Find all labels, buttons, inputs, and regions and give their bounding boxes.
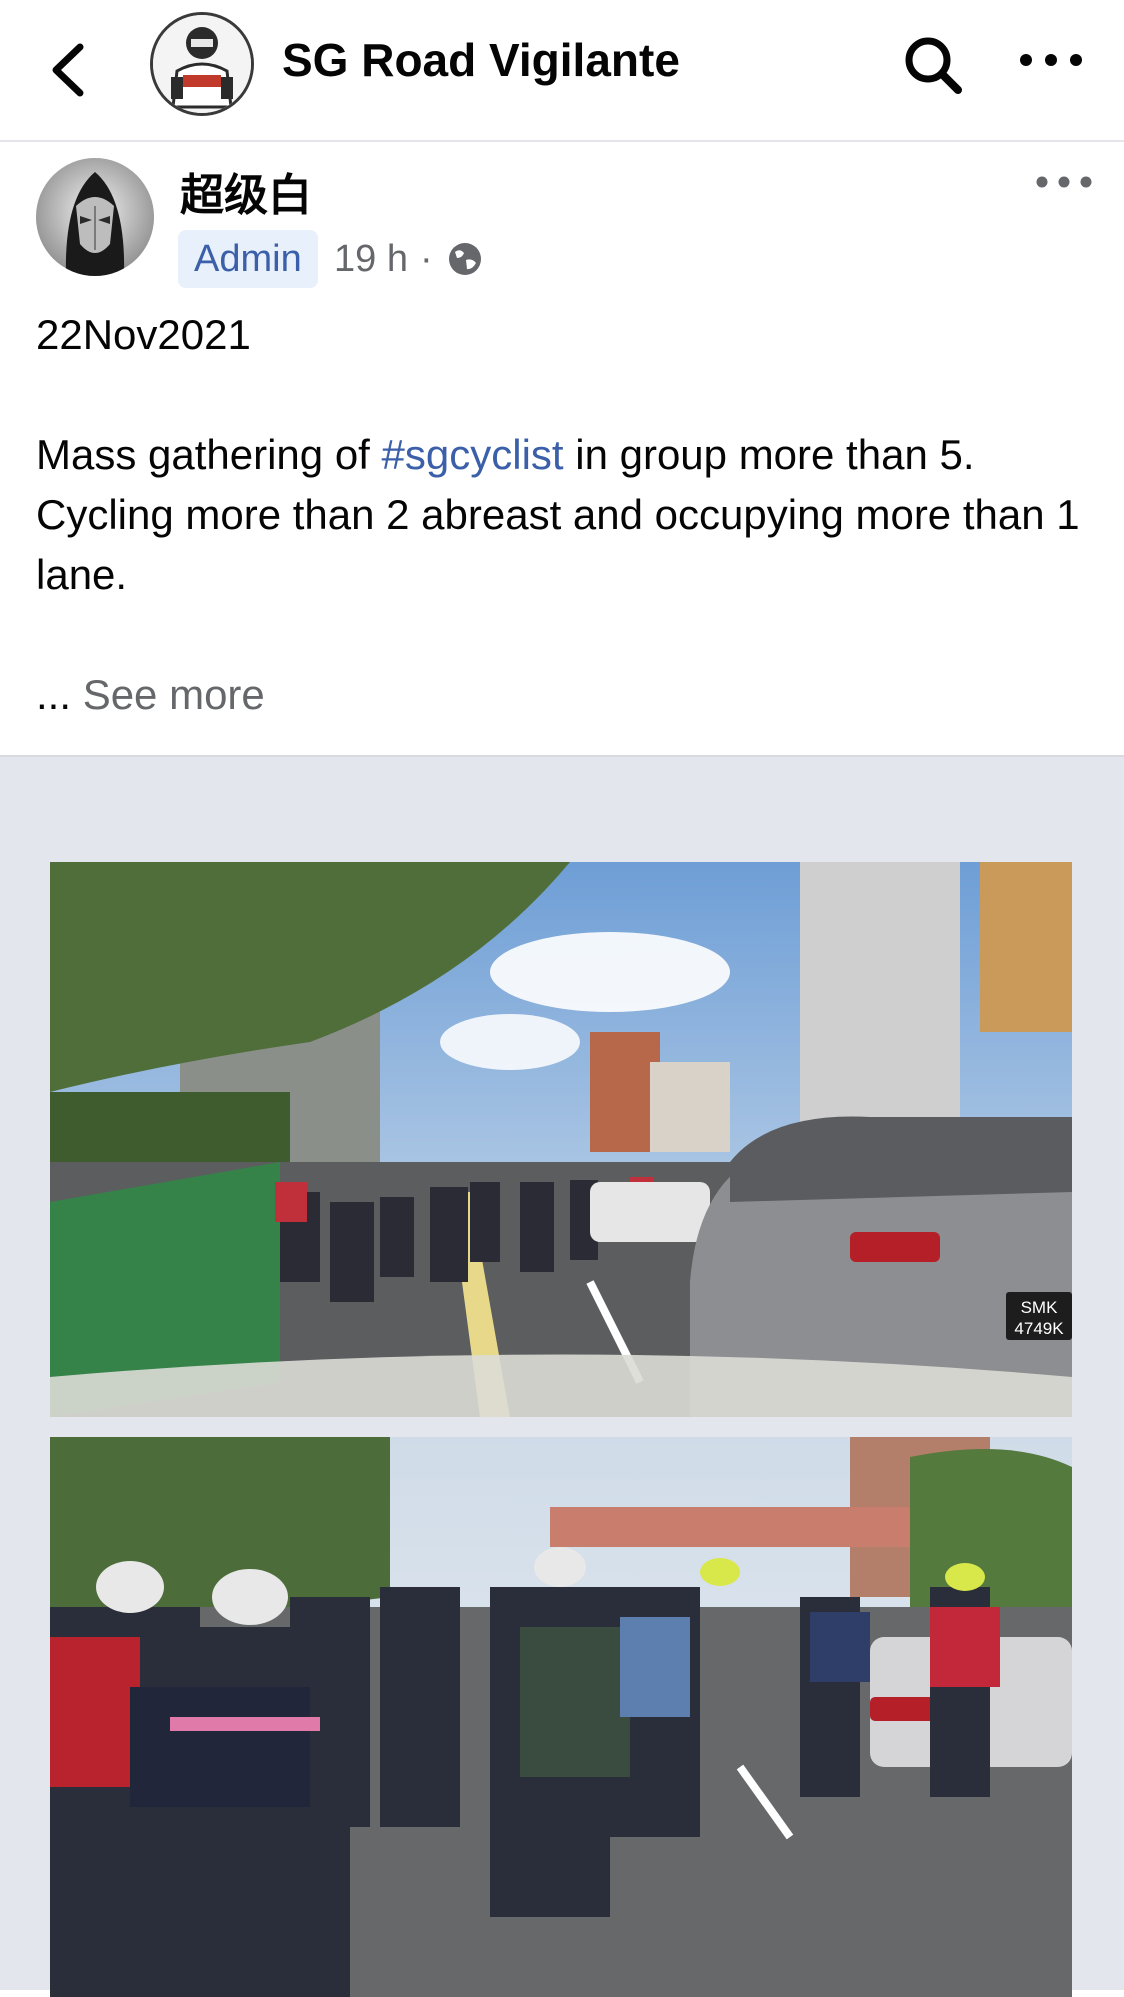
post-date-line: 22Nov2021 bbox=[36, 311, 251, 358]
admin-badge: Admin bbox=[178, 230, 318, 288]
hashtag-link[interactable]: #sgcyclist bbox=[382, 431, 564, 478]
globe-icon bbox=[446, 240, 484, 278]
see-more-link[interactable]: ... See more bbox=[36, 665, 265, 725]
post-text-line: Cycling more than 2 abreast and occupyin… bbox=[36, 491, 1080, 598]
chevron-left-icon bbox=[52, 43, 84, 97]
back-button[interactable] bbox=[44, 35, 96, 105]
post-text-line: Mass gathering of #sgcyclist in group mo… bbox=[36, 425, 1096, 485]
more-horizontal-icon bbox=[1020, 54, 1082, 66]
post-options-button[interactable] bbox=[1034, 170, 1094, 194]
see-more-label[interactable]: See more bbox=[83, 671, 265, 718]
more-horizontal-icon bbox=[1036, 176, 1092, 188]
cyclists-photo-2[interactable] bbox=[50, 1437, 1072, 1997]
license-plate-text: SMK bbox=[1021, 1298, 1059, 1317]
search-button[interactable] bbox=[898, 30, 968, 100]
separator-dot: · bbox=[420, 238, 433, 280]
license-plate-text: 4749K bbox=[1014, 1319, 1064, 1338]
group-name[interactable]: SG Road Vigilante bbox=[282, 28, 680, 92]
group-avatar[interactable] bbox=[150, 12, 254, 116]
post-media[interactable]: SMK 4749K bbox=[0, 755, 1124, 1997]
post-text-segment: Mass gathering of bbox=[36, 431, 382, 478]
mask-avatar-icon bbox=[36, 158, 154, 276]
author-avatar[interactable] bbox=[36, 158, 154, 276]
top-bar: SG Road Vigilante bbox=[0, 0, 1124, 142]
search-icon bbox=[905, 37, 962, 94]
author-name[interactable]: 超级白 bbox=[180, 168, 312, 224]
post-text-segment: in group more than 5. bbox=[563, 431, 975, 478]
cyclists-photo-1[interactable]: SMK 4749K bbox=[50, 862, 1072, 1417]
post-timestamp[interactable]: 19 h bbox=[334, 230, 408, 288]
rider-logo-icon bbox=[153, 15, 251, 113]
more-options-button[interactable] bbox=[1016, 40, 1086, 80]
post-body: 22Nov2021 Mass gathering of #sgcyclist i… bbox=[36, 305, 1096, 605]
ellipsis: ... bbox=[36, 671, 72, 718]
